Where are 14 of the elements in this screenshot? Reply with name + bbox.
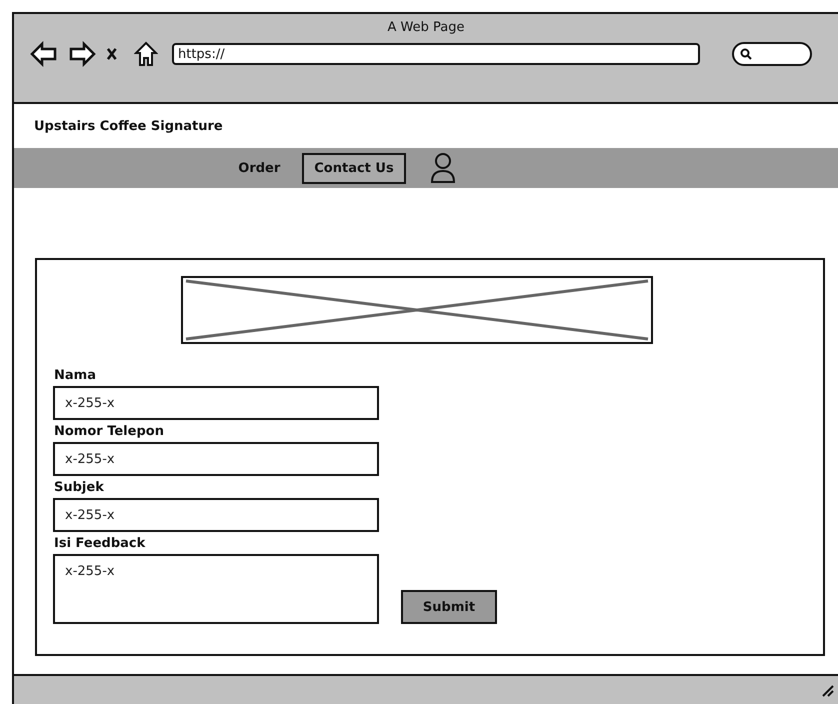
input-field[interactable]: x-255-x xyxy=(53,498,379,532)
input-field[interactable]: x-255-x xyxy=(53,442,379,476)
field-label: Subjek xyxy=(54,480,105,495)
field-label: Isi Feedback xyxy=(54,536,146,551)
text-area[interactable]: x-255-x xyxy=(53,554,379,624)
submit-button[interactable]: Submit xyxy=(401,590,497,624)
field-label: Nomor Telepon xyxy=(54,424,165,439)
nav-link[interactable]: Order xyxy=(226,152,292,184)
field-label: Nama xyxy=(54,368,97,383)
input-field[interactable]: x-255-x xyxy=(53,386,379,420)
window-title: A Web Page xyxy=(388,20,464,35)
nav-link[interactable]: Contact Us xyxy=(302,152,406,184)
site-title: Upstairs Coffee Signature xyxy=(34,118,223,134)
address-field[interactable]: https:// xyxy=(172,43,700,65)
